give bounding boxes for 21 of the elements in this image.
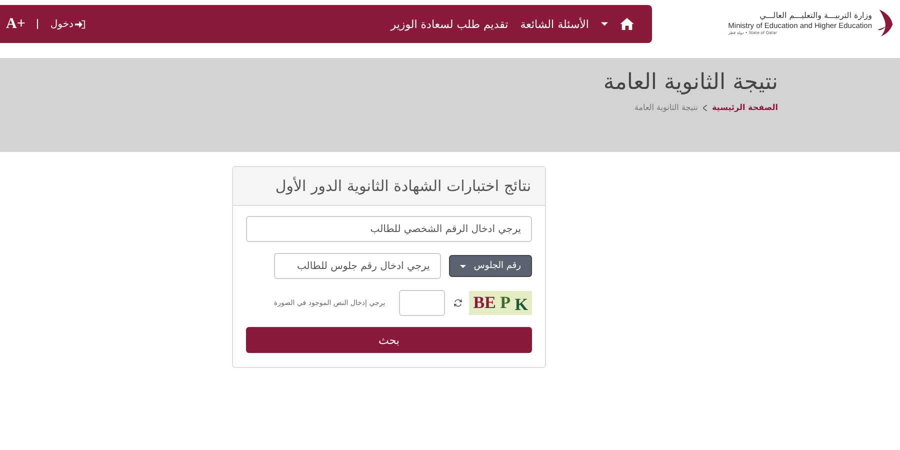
input-field[interactable]: يرجي ادخال رقم جلوس للطالب xyxy=(274,253,441,279)
ministry-name: وزارة التربيـــة والتعليـــم العالـــي xyxy=(760,10,872,20)
breadcrumb-link[interactable]: الصفحة الرئيسية xyxy=(712,103,778,112)
breadcrumb-current: نتيجة الثانوية العامة xyxy=(634,103,698,112)
caret-icon[interactable] xyxy=(601,22,608,26)
input-field[interactable]: يرجي ادخال الرقم الشخصي للطالب xyxy=(246,216,532,242)
caret-icon xyxy=(460,264,466,268)
chevron-icon xyxy=(702,104,707,110)
login-link[interactable]: دخول xyxy=(50,18,86,30)
home-icon[interactable] xyxy=(620,18,634,30)
nav-link[interactable]: تقديم طلب لسعادة الوزير xyxy=(390,18,508,30)
nav-link[interactable]: الأسئلة الشائعة xyxy=(520,18,589,30)
refresh-icon[interactable] xyxy=(453,298,464,308)
login-icon xyxy=(75,20,86,28)
font-size-button[interactable]: A+ xyxy=(6,16,26,32)
search-button[interactable]: بحث xyxy=(246,327,532,353)
form-title: نتائج اختبارات الشهادة الثانوية الدور الأول xyxy=(275,177,531,195)
page-title: نتيجة الثانوية العامة xyxy=(603,69,778,95)
captcha-field[interactable] xyxy=(399,290,446,316)
seat-dropdown[interactable]: رقم الجلوس xyxy=(448,255,532,277)
captcha-image: BE P K xyxy=(469,291,532,315)
